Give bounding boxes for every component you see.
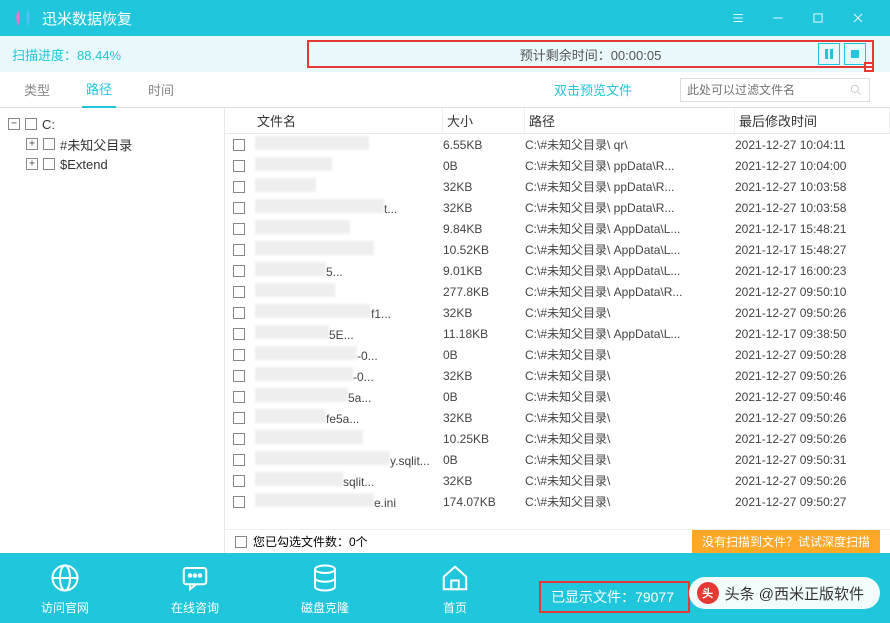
row-checkbox[interactable] xyxy=(233,223,245,235)
tree-root[interactable]: − C: xyxy=(8,114,216,134)
tab-type[interactable]: 类型 xyxy=(20,72,54,107)
tree-checkbox[interactable] xyxy=(25,118,37,130)
file-row[interactable]: t...32KBC:\#未知父目录\ ppData\R...2021-12-27… xyxy=(225,197,890,218)
status-line: 您已勾选文件数：0个 没有扫描到文件？试试深度扫描 xyxy=(225,529,890,553)
file-list-header: 文件名 大小 路径 最后修改时间 xyxy=(225,108,890,134)
row-checkbox[interactable] xyxy=(233,496,245,508)
row-checkbox[interactable] xyxy=(233,181,245,193)
app-logo-icon xyxy=(12,7,34,29)
row-checkbox[interactable] xyxy=(233,328,245,340)
title-bar: 迅米数据恢复 xyxy=(0,0,890,36)
search-icon xyxy=(849,83,863,97)
file-row[interactable]: sqlit...32KBC:\#未知父目录\2021-12-27 09:50:2… xyxy=(225,470,890,491)
expand-icon[interactable]: + xyxy=(26,158,38,170)
row-checkbox[interactable] xyxy=(233,391,245,403)
collapse-icon[interactable]: − xyxy=(8,118,20,130)
row-checkbox[interactable] xyxy=(233,160,245,172)
row-checkbox[interactable] xyxy=(233,454,245,466)
row-checkbox[interactable] xyxy=(233,349,245,361)
preview-hint: 双击预览文件 xyxy=(554,80,632,99)
file-row[interactable]: f1...32KBC:\#未知父目录\2021-12-27 09:50:26 xyxy=(225,302,890,323)
home-icon xyxy=(438,561,472,595)
file-row[interactable]: -0...32KBC:\#未知父目录\2021-12-27 09:50:26 xyxy=(225,365,890,386)
col-size[interactable]: 大小 xyxy=(443,108,525,133)
search-input[interactable] xyxy=(687,83,849,97)
watermark: 头 头条 @西米正版软件 xyxy=(689,577,880,609)
maximize-button[interactable] xyxy=(798,0,838,36)
select-all-checkbox[interactable] xyxy=(235,536,247,548)
expand-icon[interactable]: + xyxy=(26,138,38,150)
file-row[interactable]: 6.55KBC:\#未知父目录\ qr\2021-12-27 10:04:11 xyxy=(225,134,890,155)
home-button[interactable]: 首页 xyxy=(410,561,500,616)
file-row[interactable]: 5E...11.18KBC:\#未知父目录\ AppData\L...2021-… xyxy=(225,323,890,344)
app-title: 迅米数据恢复 xyxy=(42,8,718,29)
row-checkbox[interactable] xyxy=(233,202,245,214)
menu-icon[interactable] xyxy=(718,0,758,36)
row-checkbox[interactable] xyxy=(233,370,245,382)
tab-path[interactable]: 路径 xyxy=(82,71,116,108)
row-checkbox[interactable] xyxy=(233,412,245,424)
tree-item[interactable]: + $Extend xyxy=(8,154,216,174)
col-date[interactable]: 最后修改时间 xyxy=(735,108,890,133)
bottom-toolbar: 访问官网 在线咨询 磁盘克隆 首页 已显示文件：79077 头 头条 @西米正版… xyxy=(0,553,890,623)
row-checkbox[interactable] xyxy=(233,139,245,151)
file-row[interactable]: 5a...0BC:\#未知父目录\2021-12-27 09:50:46 xyxy=(225,386,890,407)
chat-icon xyxy=(178,561,212,595)
close-button[interactable] xyxy=(838,0,878,36)
clone-button[interactable]: 磁盘克隆 xyxy=(280,561,370,616)
globe-icon xyxy=(48,561,82,595)
row-checkbox[interactable] xyxy=(233,307,245,319)
file-row[interactable]: 9.84KBC:\#未知父目录\ AppData\L...2021-12-17 … xyxy=(225,218,890,239)
file-count-box: 已显示文件：79077 xyxy=(539,581,690,613)
file-row[interactable]: fe5a...32KBC:\#未知父目录\2021-12-27 09:50:26 xyxy=(225,407,890,428)
file-row[interactable]: y.sqlit...0BC:\#未知父目录\2021-12-27 09:50:3… xyxy=(225,449,890,470)
row-checkbox[interactable] xyxy=(233,286,245,298)
tree-checkbox[interactable] xyxy=(43,138,55,150)
col-path[interactable]: 路径 xyxy=(525,108,735,133)
scan-progress: 扫描进度：88.44% xyxy=(12,45,172,64)
deep-scan-button[interactable]: 没有扫描到文件？试试深度扫描 xyxy=(692,530,880,553)
minimize-button[interactable] xyxy=(758,0,798,36)
watermark-logo-icon: 头 xyxy=(697,582,719,604)
progress-bar: 扫描进度：88.44% 预计剩余时间：00:00:05 xyxy=(0,36,890,72)
pause-button[interactable] xyxy=(818,43,840,65)
tree-item[interactable]: + #未知父目录 xyxy=(8,134,216,154)
file-row[interactable]: -0...0BC:\#未知父目录\2021-12-27 09:50:28 xyxy=(225,344,890,365)
highlight-marker xyxy=(864,62,874,72)
chat-button[interactable]: 在线咨询 xyxy=(150,561,240,616)
row-checkbox[interactable] xyxy=(233,265,245,277)
file-row[interactable]: 5...9.01KBC:\#未知父目录\ AppData\L...2021-12… xyxy=(225,260,890,281)
tree-checkbox[interactable] xyxy=(43,158,55,170)
search-box[interactable] xyxy=(680,78,870,102)
file-list[interactable]: 6.55KBC:\#未知父目录\ qr\2021-12-27 10:04:110… xyxy=(225,134,890,529)
file-row[interactable]: 32KBC:\#未知父目录\ ppData\R...2021-12-27 10:… xyxy=(225,176,890,197)
folder-tree: − C: + #未知父目录 + $Extend xyxy=(0,108,225,553)
tab-bar: 类型 路径 时间 双击预览文件 xyxy=(0,72,890,108)
website-button[interactable]: 访问官网 xyxy=(20,561,110,616)
file-row[interactable]: 10.25KBC:\#未知父目录\2021-12-27 09:50:26 xyxy=(225,428,890,449)
row-checkbox[interactable] xyxy=(233,475,245,487)
tab-time[interactable]: 时间 xyxy=(144,72,178,107)
file-row[interactable]: e.ini174.07KBC:\#未知父目录\2021-12-27 09:50:… xyxy=(225,491,890,512)
row-checkbox[interactable] xyxy=(233,433,245,445)
file-row[interactable]: 10.52KBC:\#未知父目录\ AppData\L...2021-12-17… xyxy=(225,239,890,260)
col-filename[interactable]: 文件名 xyxy=(253,108,443,133)
selected-count: 您已勾选文件数：0个 xyxy=(253,533,368,550)
stop-button[interactable] xyxy=(844,43,866,65)
row-checkbox[interactable] xyxy=(233,244,245,256)
file-row[interactable]: 277.8KBC:\#未知父目录\ AppData\R...2021-12-27… xyxy=(225,281,890,302)
time-remaining-box: 预计剩余时间：00:00:05 xyxy=(307,40,874,68)
file-row[interactable]: 0BC:\#未知父目录\ ppData\R...2021-12-27 10:04… xyxy=(225,155,890,176)
database-icon xyxy=(308,561,342,595)
